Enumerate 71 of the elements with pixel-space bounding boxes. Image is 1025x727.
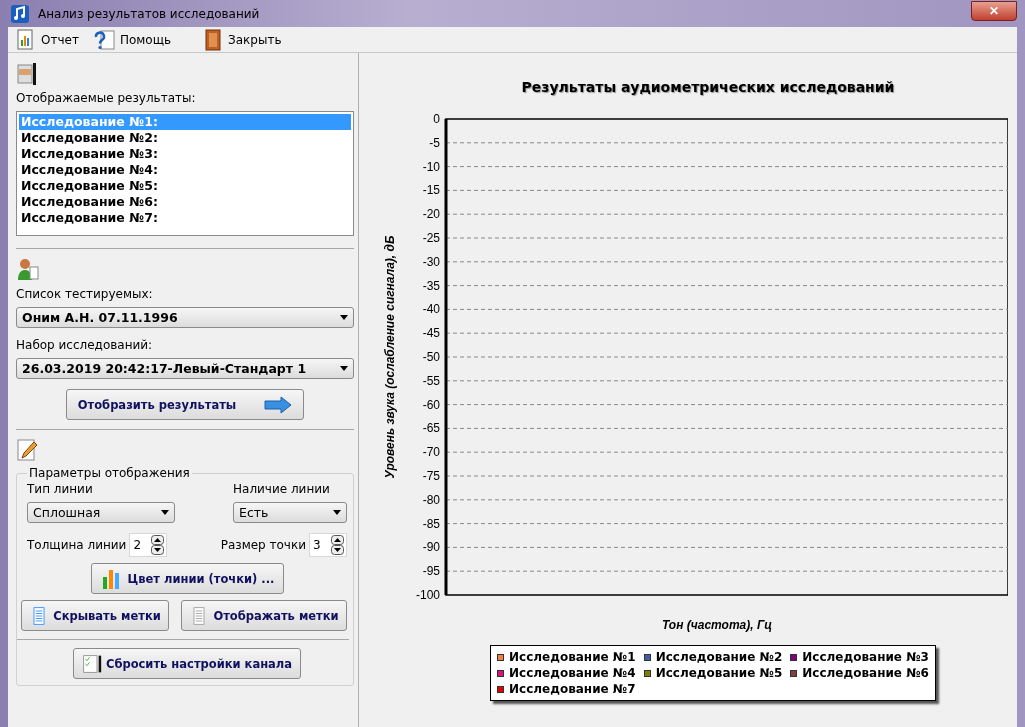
- right-arrow-icon: [264, 395, 293, 414]
- results-label: Отображаемые результаты:: [16, 91, 197, 105]
- y-tick-label: -45: [422, 326, 440, 341]
- menu-item[interactable]: Отчет: [12, 27, 81, 52]
- hide-marks-button[interactable]: Скрывать метки: [21, 600, 169, 631]
- subjects-label: Список тестируемых:: [16, 287, 154, 301]
- y-tick-label: -20: [422, 207, 440, 222]
- study-set-dropdown[interactable]: 26.03.2019 20:42:17-Левый-Стандарт 1: [16, 358, 354, 379]
- help-icon: [92, 27, 117, 52]
- line-presence-dropdown[interactable]: Есть: [233, 502, 347, 523]
- y-tick-label: -15: [422, 183, 440, 198]
- legend-label: Исследование №4: [509, 665, 636, 681]
- legend-label: Исследование №3: [802, 649, 929, 665]
- y-tick-label: -5: [429, 135, 440, 150]
- y-tick-label: -85: [422, 516, 440, 531]
- y-tick-label: -75: [422, 469, 440, 483]
- legend-label: Исследование №1: [509, 649, 636, 665]
- legend-label: Исследование №6: [802, 665, 929, 681]
- y-tick-label: -65: [422, 421, 440, 436]
- y-tick-label: -100: [415, 588, 440, 602]
- person-icon: [16, 257, 40, 281]
- line-type-dropdown[interactable]: Сплошная: [27, 502, 175, 523]
- y-tick-label: -90: [422, 540, 440, 555]
- list-item[interactable]: Исследование №5:: [19, 178, 351, 194]
- sets-label: Набор исследований:: [16, 338, 154, 352]
- legend-label: Исследование №2: [655, 649, 783, 665]
- list-item[interactable]: Исследование №6:: [19, 194, 351, 210]
- show-marks-button[interactable]: Отображать метки: [181, 600, 347, 631]
- thickness-spinner[interactable]: 2: [129, 533, 168, 557]
- list-item[interactable]: Исследование №4:: [19, 162, 351, 178]
- y-tick-label: -30: [422, 254, 440, 269]
- list-item[interactable]: Исследование №3:: [19, 146, 351, 162]
- down-arrow-icon: [340, 366, 348, 371]
- y-tick-label: 0: [433, 112, 440, 126]
- y-tick-label: -95: [422, 564, 440, 579]
- point-size-label: Размер точки: [220, 538, 306, 552]
- y-tick-label: -50: [422, 350, 440, 364]
- down-arrow-icon: [161, 510, 169, 515]
- y-tick-label: -35: [422, 278, 440, 293]
- down-arrow-icon: [340, 315, 348, 320]
- line-presence-label: Наличие линии: [233, 482, 331, 496]
- y-tick-label: -70: [422, 445, 440, 460]
- y-tick-label: -80: [422, 492, 440, 507]
- menu-item[interactable]: Закрыть: [199, 27, 284, 52]
- point-size-spinner[interactable]: 3: [309, 533, 347, 557]
- checklist-icon: [81, 653, 102, 674]
- window-title: Анализ результатов исследований: [38, 6, 261, 21]
- menu-item[interactable]: Помощь: [90, 27, 174, 52]
- line-color-button[interactable]: Цвет линии (точки) ...: [90, 563, 284, 594]
- subject-dropdown[interactable]: Оним А.Н. 07.11.1996: [16, 307, 354, 328]
- reset-channel-button[interactable]: Сбросить настройки канала: [73, 648, 301, 679]
- thickness-label: Толщина линии: [27, 538, 127, 552]
- y-tick-label: -40: [422, 302, 440, 317]
- y-tick-label: -55: [422, 373, 440, 388]
- x-axis-title: Тон (частота), Гц: [661, 618, 773, 632]
- y-axis-title: Уровень звука (ослабление сигнала), дБ: [383, 235, 397, 479]
- show-results-button[interactable]: Отобразить результаты: [66, 389, 304, 420]
- chart-title: Результаты аудиометрических исследований: [521, 79, 895, 95]
- y-tick-label: -60: [422, 397, 440, 412]
- pencil-icon: [16, 438, 40, 462]
- y-tick-label: -25: [422, 231, 440, 245]
- legend-label: Исследование №5: [655, 665, 783, 681]
- legend-label: Исследование №7: [509, 681, 636, 697]
- list-item[interactable]: Исследование №2:: [19, 130, 351, 146]
- spin-arrows-icon: [151, 535, 165, 555]
- down-arrow-icon: [333, 510, 341, 515]
- line-type-label: Тип линии: [27, 482, 94, 496]
- spin-arrows-icon: [331, 535, 344, 555]
- list-item[interactable]: Исследование №7:: [19, 210, 351, 226]
- group-title: Параметры отображения: [28, 466, 191, 480]
- y-tick-label: -10: [422, 159, 440, 174]
